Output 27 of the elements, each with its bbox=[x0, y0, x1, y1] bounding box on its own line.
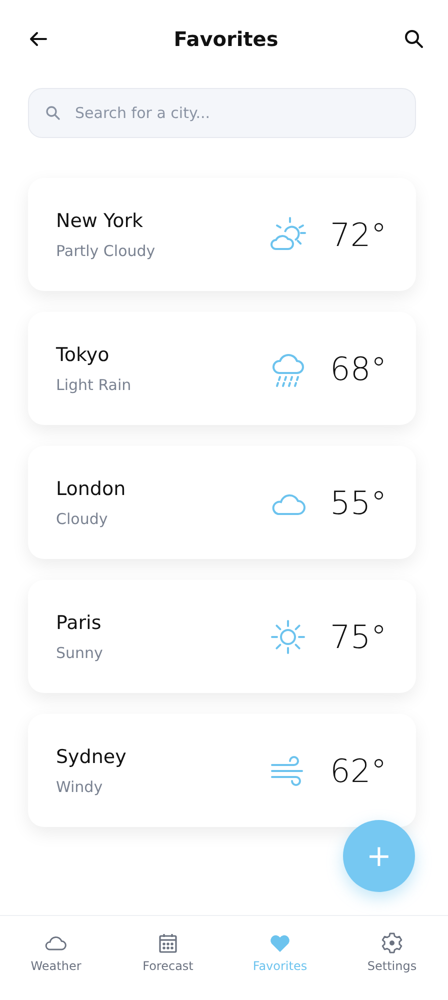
page-title: Favorites bbox=[174, 27, 278, 51]
temperature: 55° bbox=[330, 484, 388, 522]
settings-icon bbox=[380, 930, 404, 954]
city-card[interactable]: Sydney Windy 62° bbox=[28, 714, 416, 827]
city-card[interactable]: Paris Sunny 75° bbox=[28, 580, 416, 693]
weather-condition: Partly Cloudy bbox=[56, 242, 156, 260]
temperature: 62° bbox=[330, 752, 388, 790]
city-name: Tokyo bbox=[56, 344, 110, 366]
city-card[interactable]: London Cloudy 55° bbox=[28, 446, 416, 559]
weather-condition: Windy bbox=[56, 778, 104, 796]
temperature: 72° bbox=[330, 216, 388, 254]
search-icon bbox=[44, 104, 62, 122]
city-name: London bbox=[56, 478, 127, 500]
nav-tab[interactable]: Forecast bbox=[112, 916, 224, 1000]
weather-condition: Cloudy bbox=[56, 510, 109, 528]
temperature: 75° bbox=[330, 618, 388, 656]
weather-condition: Sunny bbox=[56, 644, 104, 662]
city-name: Paris bbox=[56, 612, 102, 634]
city-card[interactable]: New York Partly Cloudy 72° bbox=[28, 178, 416, 291]
nav-tab[interactable]: Weather bbox=[0, 916, 112, 1000]
search-field[interactable]: Search for a city... bbox=[28, 88, 416, 138]
city-name: New York bbox=[56, 210, 144, 232]
city-card[interactable]: Tokyo Light Rain 68° bbox=[28, 312, 416, 425]
nav-tab[interactable]: Settings bbox=[336, 916, 448, 1000]
temperature: 68° bbox=[330, 350, 388, 388]
city-name: Sydney bbox=[56, 746, 128, 768]
weather-condition: Light Rain bbox=[56, 376, 132, 394]
